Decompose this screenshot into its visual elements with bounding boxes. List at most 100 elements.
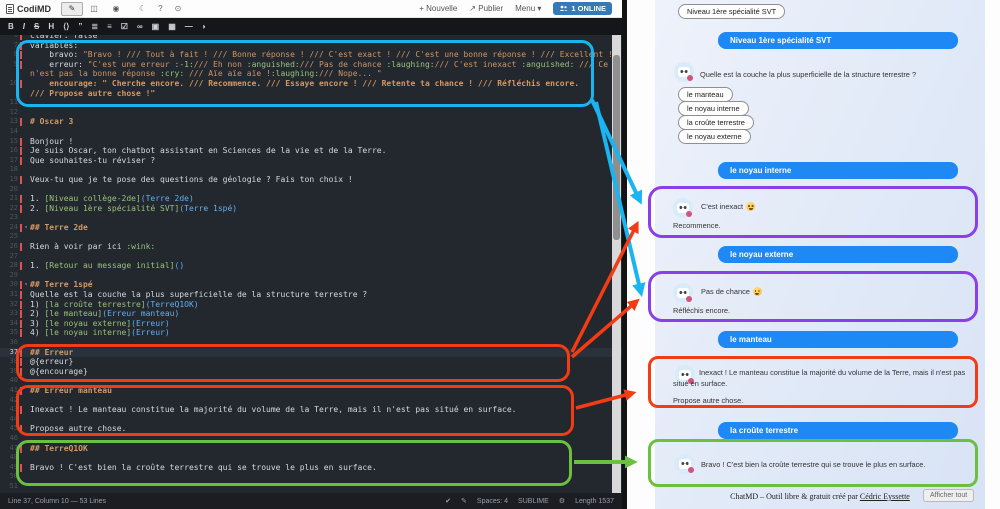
editor-line[interactable]: 43 Inexact ! Le manteau constitue la majo… bbox=[0, 405, 622, 415]
comment-icon[interactable]: ◗ bbox=[202, 22, 207, 31]
editor-line[interactable]: 11 bbox=[0, 98, 622, 108]
editor-line[interactable]: 13 # Oscar 3 bbox=[0, 117, 622, 127]
codimd-logo[interactable]: CodiMD bbox=[6, 3, 51, 14]
editor-line[interactable]: 44 bbox=[0, 415, 622, 425]
editor-scrollbar-thumb[interactable] bbox=[613, 55, 620, 240]
bot-message-erreur-1: C'est inexact Recommence. bbox=[648, 186, 978, 238]
night-mode-icon[interactable]: ☾ bbox=[139, 4, 146, 13]
editor-line[interactable]: 18 bbox=[0, 165, 622, 175]
editor-line[interactable]: 9 erreur: "C'est une erreur :-1:/// Eh n… bbox=[0, 60, 622, 70]
markdown-editor[interactable]: 6 clavier: false 7 variables: 8 bravo: "Brav… bbox=[0, 35, 622, 493]
editor-line[interactable]: 14 bbox=[0, 127, 622, 137]
editor-line[interactable]: 23 bbox=[0, 213, 622, 223]
editor-line[interactable]: 26 Rien à voir par ici :wink: bbox=[0, 242, 622, 252]
doc-length: Length 1537 bbox=[575, 497, 614, 505]
editor-line[interactable]: 42 bbox=[0, 396, 622, 406]
edit-mode-button[interactable]: ✎ bbox=[61, 1, 83, 16]
editor-line[interactable]: n'est pas la bonne réponse :cry: /// Aïe… bbox=[0, 69, 622, 79]
editor-line[interactable]: 19 Veux-tu que je te pose des questions d… bbox=[0, 175, 622, 185]
todo-list-icon[interactable]: ☑ bbox=[121, 22, 128, 31]
editor-line[interactable]: /// Propose autre chose !" bbox=[0, 89, 622, 99]
bot-message-erreur-2: Pas de chance Réfléchis encore. bbox=[648, 271, 978, 322]
editor-line[interactable]: 36 bbox=[0, 338, 622, 348]
split-mode-button[interactable]: ◫ bbox=[83, 2, 105, 16]
editor-scrollbar[interactable] bbox=[612, 35, 621, 493]
heading-icon[interactable]: H bbox=[48, 22, 54, 31]
editor-line[interactable]: 8 bravo: "Bravo ! /// Tout à fait ! /// … bbox=[0, 50, 622, 60]
help-icon[interactable]: ? bbox=[158, 4, 162, 13]
editor-line[interactable]: 38 @{erreur} bbox=[0, 357, 622, 367]
quote-icon[interactable]: ” bbox=[78, 22, 82, 31]
image-icon[interactable]: ▣ bbox=[152, 22, 160, 31]
gear-icon[interactable]: ⚙ bbox=[559, 497, 565, 505]
laughing-emoji-icon bbox=[752, 287, 762, 296]
editor-line[interactable]: 40 bbox=[0, 376, 622, 386]
editor-line[interactable]: 10 encourage: " Cherche encore. /// Reco… bbox=[0, 79, 622, 89]
editor-line[interactable]: 15 Bonjour ! bbox=[0, 137, 622, 147]
bot-question: Quelle est la couche la plus superficiel… bbox=[700, 70, 917, 79]
table-icon[interactable]: ▦ bbox=[168, 22, 176, 31]
editor-line[interactable]: 24 ▾ ## Terre 2de bbox=[0, 223, 622, 233]
editor-line[interactable]: 30 ▾ ## Terre 1spé bbox=[0, 280, 622, 290]
editor-line[interactable]: 29 bbox=[0, 271, 622, 281]
user-message-bubble: le manteau bbox=[718, 331, 958, 348]
italic-icon[interactable]: I bbox=[23, 22, 25, 31]
link-icon[interactable]: ∞ bbox=[137, 22, 143, 31]
keymap-setting[interactable]: SUBLIME bbox=[518, 498, 549, 505]
user-message-bubble: la croûte terrestre bbox=[718, 422, 958, 439]
editor-line[interactable]: 39 @{encourage} bbox=[0, 367, 622, 377]
unordered-list-icon[interactable]: ≣ bbox=[91, 22, 98, 31]
chat-preview-pane: Niveau 1ère spécialité SVT Niveau 1ère s… bbox=[627, 0, 1000, 509]
editor-line[interactable]: 28 1. [Retour au message initial]() bbox=[0, 261, 622, 271]
editor-line[interactable]: 21 1. [Niveau collège-2de](Terre 2de) bbox=[0, 194, 622, 204]
editor-line[interactable]: 45 Propose autre chose. bbox=[0, 424, 622, 434]
footer-author-link[interactable]: Cédric Eyssette bbox=[860, 492, 910, 501]
editor-line[interactable]: 37 ## Erreur bbox=[0, 347, 622, 358]
editor-line[interactable]: 16 Je suis Oscar, ton chatbot assistant e… bbox=[0, 146, 622, 156]
bold-icon[interactable]: B bbox=[8, 22, 14, 31]
chat-option-le-noyau-externe[interactable]: le noyau externe bbox=[678, 129, 751, 144]
indent-setting[interactable]: Spaces: 4 bbox=[477, 498, 508, 505]
editor-line[interactable]: 51 bbox=[0, 482, 622, 492]
user-message-bubble: Niveau 1ère spécialité SVT bbox=[718, 32, 958, 49]
chat-option-niveau-1ere[interactable]: Niveau 1ère spécialité SVT bbox=[678, 4, 786, 19]
editor-line[interactable]: 17 Que souhaites-tu réviser ? bbox=[0, 156, 622, 166]
editor-line[interactable]: 32 1) [la croûte terrestre](TerreQ1OK) bbox=[0, 300, 622, 310]
editor-line[interactable]: 22 2. [Niveau 1ère spécialité SVT](Terre … bbox=[0, 204, 622, 214]
editor-line[interactable]: 46 bbox=[0, 434, 622, 444]
pencil-icon: ✎ bbox=[461, 498, 467, 505]
editor-line[interactable]: 33 2) [le manteau](Erreur manteau) bbox=[0, 309, 622, 319]
new-note-button[interactable]: + Nouvelle bbox=[419, 4, 457, 13]
code-icon[interactable]: ⟨⟩ bbox=[63, 22, 69, 31]
editor-line[interactable]: 34 3) [le noyau externe](Erreur) bbox=[0, 319, 622, 329]
show-all-button[interactable]: Afficher tout bbox=[923, 489, 975, 502]
editor-line[interactable]: 7 variables: bbox=[0, 41, 622, 51]
snippet-icon[interactable]: ⊙ bbox=[175, 4, 182, 13]
editor-line[interactable]: 12 bbox=[0, 108, 622, 118]
menu-button[interactable]: Menu ▾ bbox=[515, 4, 541, 13]
editor-line[interactable]: 41 ## Erreur manteau bbox=[0, 386, 622, 396]
editor-line[interactable]: 25 bbox=[0, 232, 622, 242]
ordered-list-icon[interactable]: ≡ bbox=[107, 22, 112, 31]
editor-line[interactable]: 48 bbox=[0, 453, 622, 463]
strikethrough-icon[interactable]: S bbox=[34, 22, 39, 31]
editor-line[interactable]: 50 bbox=[0, 472, 622, 482]
editor-pane: CodiMD ✎ ◫ ◉ ☾ ? ⊙ + Nouvelle ↗ Publier … bbox=[0, 0, 622, 509]
users-icon bbox=[560, 5, 569, 11]
chat-option-le-noyau-interne[interactable]: le noyau interne bbox=[678, 101, 749, 116]
bot-encourage-text: Propose autre chose. bbox=[673, 396, 744, 405]
preview-mode-button[interactable]: ◉ bbox=[105, 2, 127, 16]
online-users-button[interactable]: 1 ONLINE bbox=[553, 2, 612, 15]
editor-line[interactable]: 49 Bravo ! C'est bien la croûte terrestre… bbox=[0, 463, 622, 473]
editor-line[interactable]: 20 bbox=[0, 185, 622, 195]
editor-line[interactable]: 31 Quelle est la couche la plus superfici… bbox=[0, 290, 622, 300]
publish-button[interactable]: ↗ Publier bbox=[469, 4, 503, 13]
editor-line[interactable]: 35 4) [le noyau interne](Erreur) bbox=[0, 328, 622, 338]
editor-line[interactable]: 47 ## TerreQ1OK bbox=[0, 444, 622, 454]
chat-option-le-manteau[interactable]: le manteau bbox=[678, 87, 733, 102]
horizontal-rule-icon[interactable]: — bbox=[185, 22, 193, 31]
chat-option-la-croûte-terrestre[interactable]: la croûte terrestre bbox=[678, 115, 754, 130]
editor-line[interactable]: 27 bbox=[0, 252, 622, 262]
bot-avatar bbox=[674, 62, 694, 82]
anguished-emoji-icon bbox=[746, 202, 756, 211]
